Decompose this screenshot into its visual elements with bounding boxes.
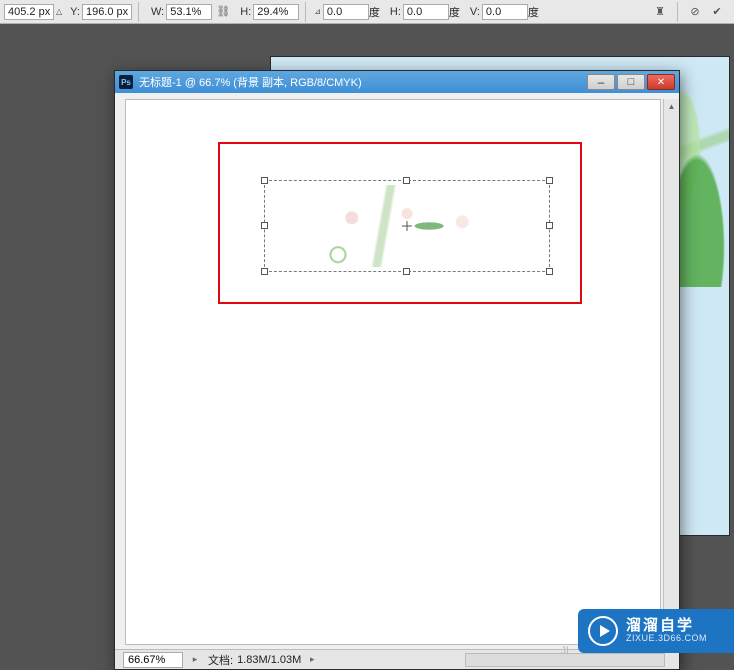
side-watermark-text: JI <box>560 645 569 657</box>
separator <box>138 2 139 22</box>
canvas-wrap: ▲ ▸ 文档: 1.83M/1.03M ▸ <box>115 93 679 669</box>
minimize-button[interactable] <box>587 74 615 90</box>
separator <box>677 2 678 22</box>
transform-handle-mr[interactable] <box>546 222 553 229</box>
window-title: 无标题-1 @ 66.7% (背景 副本, RGB/8/CMYK) <box>139 74 362 90</box>
workspace: Ps 无标题-1 @ 66.7% (背景 副本, RGB/8/CMYK) <box>0 24 734 661</box>
canvas[interactable] <box>125 99 661 645</box>
skew-v-unit: 度 <box>528 4 539 20</box>
options-right-icons: ♜ ⊘ ✔ <box>649 2 734 22</box>
width-input[interactable] <box>166 4 212 20</box>
window-controls <box>587 74 675 90</box>
doc-size-label: 文档: <box>208 652 233 668</box>
doc-size-value: 1.83M/1.03M <box>237 654 301 666</box>
skew-v-label: V: <box>470 6 480 18</box>
w-label: W: <box>151 6 164 18</box>
x-position-input[interactable] <box>4 4 54 20</box>
document-window: Ps 无标题-1 @ 66.7% (背景 副本, RGB/8/CMYK) <box>114 70 680 670</box>
watermark-badge: 溜溜自学 ZIXUE.3D66.COM <box>578 609 734 653</box>
y-label: Y: <box>70 6 80 18</box>
y-position-input[interactable] <box>82 4 132 20</box>
skew-h-unit: 度 <box>449 4 460 20</box>
maximize-button[interactable] <box>617 74 645 90</box>
photoshop-badge-icon: Ps <box>119 75 133 89</box>
status-menu-chevron-icon[interactable]: ▸ <box>188 653 202 667</box>
transform-center-point[interactable] <box>402 221 412 231</box>
interpolation-icon[interactable]: ♜ <box>651 3 669 21</box>
skew-h-input[interactable] <box>403 4 449 20</box>
cancel-transform-icon[interactable]: ⊘ <box>686 3 704 21</box>
transform-handle-tr[interactable] <box>546 177 553 184</box>
h-label: H: <box>240 6 251 18</box>
free-transform-box[interactable] <box>264 180 550 272</box>
options-bar: △ Y: W: ⛓ H: ⊿ 度 H: 度 V: 度 ♜ ⊘ ✔ <box>0 0 734 24</box>
transform-handle-br[interactable] <box>546 268 553 275</box>
separator <box>305 2 306 22</box>
commit-transform-icon[interactable]: ✔ <box>708 3 726 21</box>
status-info-chevron-icon[interactable]: ▸ <box>305 653 319 667</box>
angle-icon: ⊿ <box>314 7 321 16</box>
link-icon[interactable]: ⛓ <box>214 3 232 21</box>
close-button[interactable] <box>647 74 675 90</box>
transform-handle-tm[interactable] <box>403 177 410 184</box>
transform-handle-tl[interactable] <box>261 177 268 184</box>
vertical-scrollbar[interactable]: ▲ <box>663 99 679 645</box>
scroll-up-arrow-icon[interactable]: ▲ <box>664 99 679 113</box>
triangle-icon: △ <box>56 7 62 16</box>
zoom-input[interactable] <box>123 652 183 668</box>
transform-handle-bl[interactable] <box>261 268 268 275</box>
angle-unit: 度 <box>369 4 380 20</box>
play-icon <box>588 616 618 646</box>
skew-h-label: H: <box>390 6 401 18</box>
watermark-url: ZIXUE.3D66.COM <box>626 634 707 644</box>
height-input[interactable] <box>253 4 299 20</box>
skew-v-input[interactable] <box>482 4 528 20</box>
window-titlebar[interactable]: Ps 无标题-1 @ 66.7% (背景 副本, RGB/8/CMYK) <box>115 71 679 93</box>
watermark-brand: 溜溜自学 <box>626 618 707 635</box>
transform-handle-bm[interactable] <box>403 268 410 275</box>
transform-handle-ml[interactable] <box>261 222 268 229</box>
rotation-input[interactable] <box>323 4 369 20</box>
